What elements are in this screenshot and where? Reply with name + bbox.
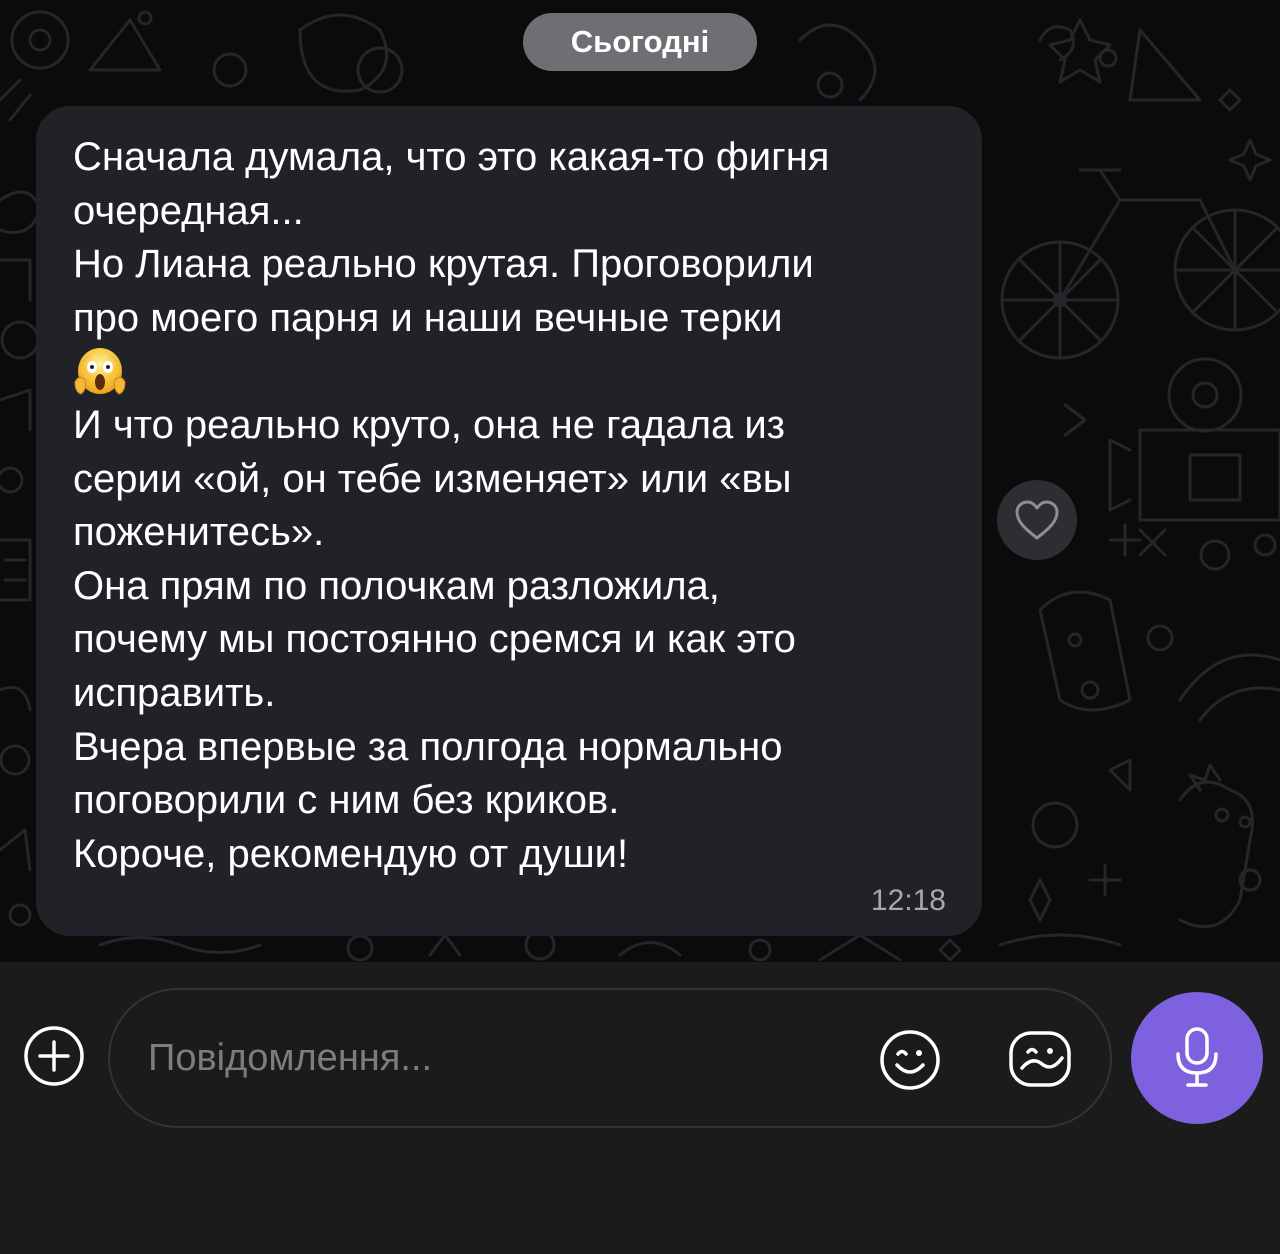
plus-circle-icon	[24, 1026, 84, 1086]
chat-screen: Сьогодні Сначала думала, что это какая-т…	[0, 0, 1280, 1254]
message-line-emoji	[73, 345, 952, 399]
message-line: серии «ой, он тебе изменяет» или «вы	[73, 456, 792, 501]
sticker-icon	[1009, 1031, 1071, 1087]
microphone-icon	[1176, 1027, 1218, 1087]
message-line: Сначала думала, что это какая-то фигня	[73, 135, 830, 179]
voice-record-button[interactable]	[1131, 992, 1263, 1124]
message-line: Короче, рекомендую от души!	[73, 831, 629, 876]
attach-button[interactable]	[22, 1024, 86, 1088]
message-line: про моего парня и наши вечные терки	[73, 295, 783, 340]
message-line: Но Лиана реально крутая. Проговорили	[73, 242, 814, 287]
message-input[interactable]: Повідомлення...	[108, 988, 1112, 1128]
message-bubble[interactable]: Сначала думала, что это какая-то фигня о…	[36, 106, 982, 936]
message-line: исправить.	[73, 670, 276, 715]
message-line: поженитесь».	[73, 510, 325, 555]
message-line: очередная...	[73, 188, 304, 233]
message-line: поговорили с ним без криков.	[73, 778, 620, 823]
smiley-icon	[880, 1030, 940, 1090]
message-input-placeholder: Повідомлення...	[148, 1037, 433, 1079]
message-line: И что реально круто, она не гадала из	[73, 402, 786, 447]
message-line: Она прям по полочкам разложила,	[73, 563, 720, 608]
chat-history[interactable]: Сьогодні Сначала думала, что это какая-т…	[0, 0, 1280, 962]
reaction-button[interactable]	[997, 480, 1077, 560]
sticker-button[interactable]	[1006, 1028, 1074, 1092]
message-time: 12:18	[870, 884, 946, 917]
heart-outline-icon	[1015, 500, 1059, 540]
message-line: Вчера впервые за полгода нормально	[73, 724, 783, 769]
emoji-button[interactable]	[878, 1028, 942, 1092]
date-separator: Сьогодні	[523, 13, 757, 71]
screaming-face-emoji-icon	[74, 348, 126, 395]
message-line: почему мы постоянно сремся и как это	[73, 617, 796, 662]
